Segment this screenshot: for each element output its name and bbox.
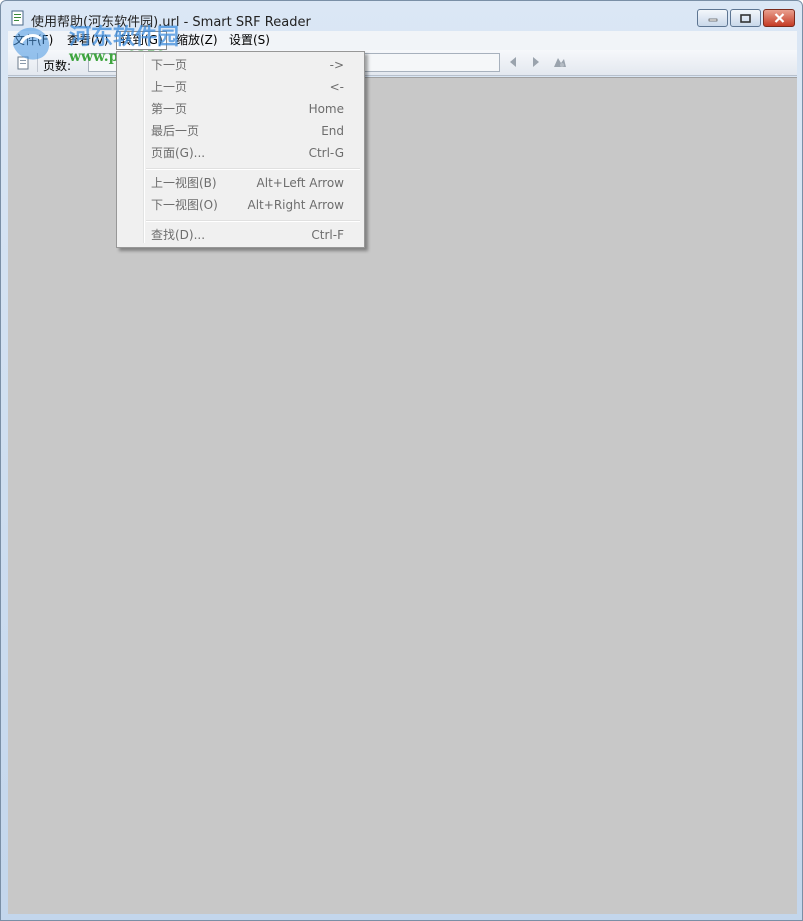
menu-item-label: 查找(D)... [151, 228, 206, 242]
menu-item-label: 第一页 [151, 102, 188, 116]
goto-dropdown-menu: 下一页 -> 上一页 <- 第一页 Home 最后一页 End 页面(G)...… [116, 51, 365, 248]
menu-item-shortcut: -> [329, 58, 344, 72]
menu-item-next-page[interactable]: 下一页 -> [119, 54, 362, 76]
title-bar[interactable]: 使用帮助(河东软件园).url - Smart SRF Reader [1, 1, 802, 31]
menu-item-next-view[interactable]: 下一视图(O) Alt+Right Arrow [119, 194, 362, 216]
menu-item-shortcut: Home [308, 102, 344, 116]
menu-item-find[interactable]: 查找(D)... Ctrl-F [119, 224, 362, 246]
window-title: 使用帮助(河东软件园).url - Smart SRF Reader [31, 15, 311, 30]
minimize-button[interactable] [697, 9, 728, 27]
menu-goto[interactable]: 转到(G) [116, 31, 167, 50]
menu-separator [146, 220, 360, 222]
menu-separator [146, 168, 360, 170]
menu-item-label: 上一页 [151, 80, 188, 94]
maximize-icon [740, 13, 751, 23]
menu-item-label: 页面(G)... [151, 146, 206, 160]
page-count-label: 页数: [43, 59, 72, 73]
menu-view[interactable]: 查看(V) [64, 32, 112, 49]
menu-item-label: 上一视图(B) [151, 176, 217, 190]
next-page-icon[interactable] [529, 55, 543, 69]
menu-item-label: 最后一页 [151, 124, 200, 138]
menu-settings[interactable]: 设置(S) [226, 32, 273, 49]
menu-bar: 文件(F) 查看(V) 转到(G) 缩放(Z) 设置(S) [8, 31, 797, 50]
menu-item-go-to-page[interactable]: 页面(G)... Ctrl-G [119, 142, 362, 164]
menu-item-previous-view[interactable]: 上一视图(B) Alt+Left Arrow [119, 172, 362, 194]
app-window: 使用帮助(河东软件园).url - Smart SRF Reader 文件(F)… [0, 0, 803, 921]
menu-item-shortcut: End [321, 124, 344, 138]
find-icon[interactable] [552, 55, 568, 69]
toolbar-separator [37, 53, 38, 72]
close-icon [774, 13, 784, 23]
menu-item-shortcut: Alt+Left Arrow [256, 176, 344, 190]
minimize-icon [708, 18, 717, 22]
maximize-button[interactable] [730, 9, 761, 27]
menu-item-label: 下一视图(O) [151, 198, 218, 212]
menu-file[interactable]: 文件(F) [10, 32, 56, 49]
close-button[interactable] [763, 9, 795, 27]
menu-item-shortcut: Ctrl-F [311, 228, 344, 242]
menu-item-label: 下一页 [151, 58, 188, 72]
menu-item-shortcut: <- [329, 80, 344, 94]
app-icon [11, 10, 24, 26]
menu-item-last-page[interactable]: 最后一页 End [119, 120, 362, 142]
menu-item-shortcut: Alt+Right Arrow [247, 198, 344, 212]
menu-item-first-page[interactable]: 第一页 Home [119, 98, 362, 120]
menu-item-previous-page[interactable]: 上一页 <- [119, 76, 362, 98]
menu-item-shortcut: Ctrl-G [308, 146, 344, 160]
previous-page-icon[interactable] [506, 55, 520, 69]
menu-zoom[interactable]: 缩放(Z) [173, 32, 221, 49]
document-icon[interactable] [16, 56, 30, 70]
